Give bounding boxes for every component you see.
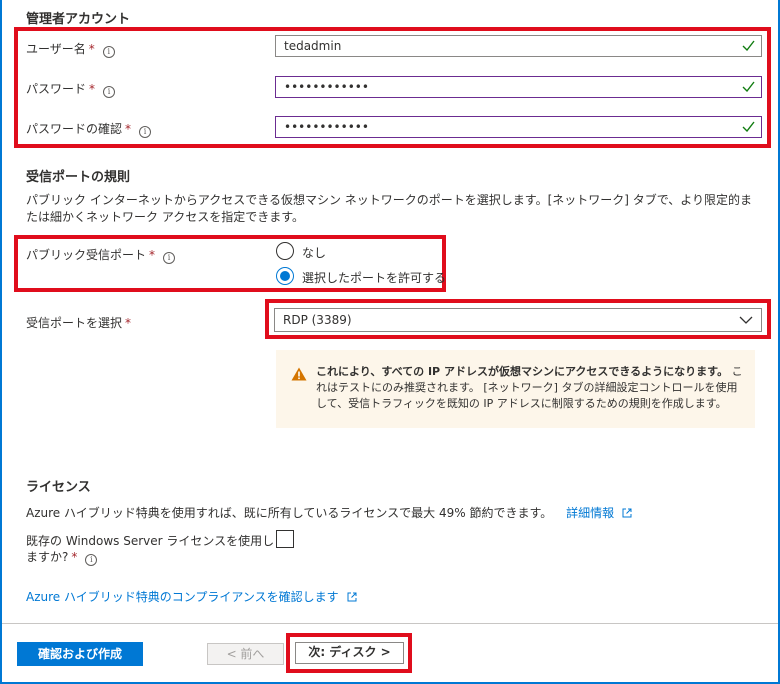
public-ports-label: パブリック受信ポート * i xyxy=(26,246,176,264)
existing-license-label-line2: ますか? * i xyxy=(26,549,274,566)
admin-section-title: 管理者アカウント xyxy=(26,12,131,27)
existing-license-label-line1: 既存の Windows Server ライセンスを使用し xyxy=(26,534,275,548)
username-label: ユーザー名 * i xyxy=(26,40,115,58)
existing-license-label: 既存の Windows Server ライセンスを使用し ますか? * i xyxy=(26,533,274,566)
info-icon[interactable]: i xyxy=(139,126,152,138)
password-label: パスワード * i xyxy=(26,80,116,98)
warning-bold-text: これにより、すべての IP アドレスが仮想マシンにアクセスできるようになります。 xyxy=(316,365,729,378)
inbound-ports-select[interactable]: RDP (3389) xyxy=(274,308,762,332)
radio-allow-label: 選択したポートを許可する xyxy=(302,271,447,285)
review-create-button[interactable]: 確認および作成 xyxy=(17,642,143,666)
inbound-section-title: 受信ポートの規則 xyxy=(26,170,131,185)
info-icon[interactable]: i xyxy=(102,46,115,58)
check-icon xyxy=(742,40,755,51)
radio-none[interactable] xyxy=(276,242,294,260)
chevron-down-icon xyxy=(739,316,753,324)
warning-icon xyxy=(291,367,307,381)
external-link-icon xyxy=(622,508,632,518)
confirm-password-input[interactable]: •••••••••••• xyxy=(275,116,762,138)
license-description: Azure ハイブリッド特典を使用すれば、既に所有しているライセンスで最大 49… xyxy=(26,506,553,520)
compliance-link[interactable]: Azure ハイブリッド特典のコンプライアンスを確認します xyxy=(26,588,357,605)
radio-allow-selected[interactable] xyxy=(276,267,294,285)
learn-more-link[interactable]: 詳細情報 xyxy=(566,506,632,520)
license-description-row: Azure ハイブリッド特典を使用すれば、既に所有しているライセンスで最大 49… xyxy=(26,504,632,521)
username-input[interactable]: tedadmin xyxy=(275,35,762,57)
warning-box: これにより、すべての IP アドレスが仮想マシンにアクセスできるようになります。… xyxy=(276,350,755,428)
footer-divider xyxy=(2,623,778,624)
select-ports-label: 受信ポートを選択 * xyxy=(26,316,132,330)
info-icon[interactable]: i xyxy=(85,554,98,566)
existing-license-checkbox[interactable] xyxy=(276,530,294,548)
external-link-icon xyxy=(347,592,356,602)
check-icon xyxy=(742,81,755,92)
warning-text: これにより、すべての IP アドレスが仮想マシンにアクセスできるようになります。… xyxy=(316,364,746,412)
license-section-title: ライセンス xyxy=(26,480,91,495)
radio-none-label: なし xyxy=(302,246,327,260)
check-icon xyxy=(742,121,755,132)
next-disk-button[interactable]: 次: ディスク > xyxy=(295,642,404,664)
previous-button[interactable]: < 前へ xyxy=(207,643,284,665)
info-icon[interactable]: i xyxy=(163,252,176,264)
confirm-password-label: パスワードの確認 * i xyxy=(26,120,152,138)
password-input[interactable]: •••••••••••• xyxy=(275,76,762,98)
info-icon[interactable]: i xyxy=(103,86,116,98)
inbound-description: パブリック インターネットからアクセスできる仮想マシン ネットワークのポートを選… xyxy=(26,193,753,224)
